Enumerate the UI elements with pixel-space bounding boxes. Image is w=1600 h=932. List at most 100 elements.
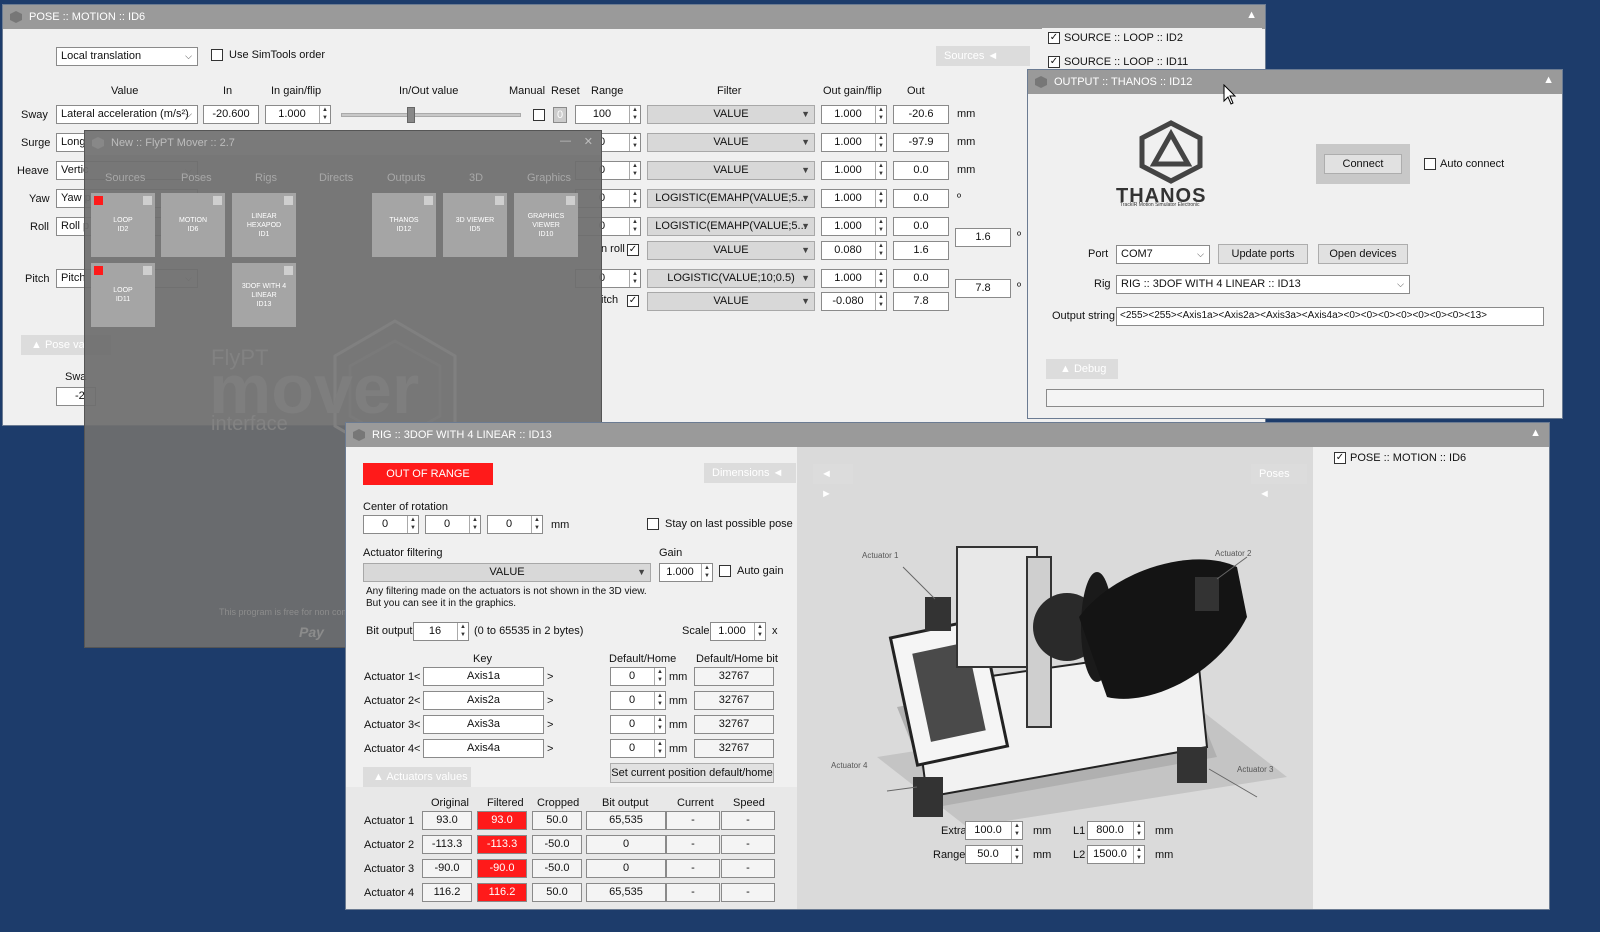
mover-tab[interactable]: Directs xyxy=(319,172,353,184)
spinner-arrows-icon[interactable]: ▲ ▼ xyxy=(1133,822,1144,839)
spinner-arrows-icon[interactable]: ▲ ▼ xyxy=(654,740,665,757)
spinner-arrows-icon[interactable]: ▲ ▼ xyxy=(654,668,665,685)
mover-titlebar[interactable]: New :: FlyPT Mover :: 2.7 — ✕ xyxy=(85,131,601,155)
out-gain-spinner[interactable]: 1.000 ▲ ▼ xyxy=(821,269,887,288)
port-select[interactable]: COM7 ⌵ xyxy=(1116,245,1210,264)
mover-tab[interactable]: 3D xyxy=(469,172,483,184)
pose-titlebar[interactable]: POSE :: MOTION :: ID6 ▲ xyxy=(3,5,1265,29)
reset-button[interactable]: 0 xyxy=(553,107,567,123)
out-gain-spinner[interactable]: 1.000 ▲ ▼ xyxy=(821,161,887,180)
spinner-arrows-icon[interactable]: ▲ ▼ xyxy=(875,270,886,287)
mover-tile[interactable]: LOOP ID2 xyxy=(91,193,155,257)
spinner-arrows-icon[interactable]: ▲ ▼ xyxy=(629,106,640,123)
key-field[interactable]: Axis1a xyxy=(423,667,544,686)
key-field[interactable]: Axis4a xyxy=(423,739,544,758)
center-x-spinner[interactable]: 0 ▲ ▼ xyxy=(363,515,419,534)
set-home-button[interactable]: Set current position default/home xyxy=(610,763,774,783)
key-prev-icon[interactable]: < xyxy=(414,671,420,683)
scale-spinner[interactable]: 1.000 ▲ ▼ xyxy=(710,622,766,641)
value-select[interactable]: Lateral acceleration (m/s²) ⌵ xyxy=(56,105,198,124)
dimensions-tab[interactable]: Dimensions ◄ xyxy=(704,463,796,483)
flip-checkbox[interactable]: ✓ xyxy=(627,244,639,256)
output-titlebar[interactable]: OUTPUT :: THANOS :: ID12 ▲ xyxy=(1028,70,1562,94)
viewer-nav[interactable]: ◄ ► xyxy=(813,464,853,500)
mover-tab[interactable]: Outputs xyxy=(387,172,426,184)
collapse-icon[interactable]: ▲ xyxy=(1530,427,1541,439)
out-gain-spinner[interactable]: 1.000 ▲ ▼ xyxy=(821,105,887,124)
output-string-field[interactable]: <255><255><Axis1a><Axis2a><Axis3a><Axis4… xyxy=(1116,307,1544,326)
gain-spinner[interactable]: 1.000 ▲ ▼ xyxy=(659,563,713,582)
spinner-arrows-icon[interactable]: ▲ ▼ xyxy=(875,242,886,259)
out-gain-spinner[interactable]: 1.000 ▲ ▼ xyxy=(821,217,887,236)
spinner-arrows-icon[interactable]: ▲ ▼ xyxy=(875,293,886,310)
spinner-arrows-icon[interactable]: ▲ ▼ xyxy=(1133,846,1144,863)
mover-tile[interactable]: GRAPHICS VIEWER ID10 xyxy=(514,193,578,257)
source-checkbox[interactable]: ✓ xyxy=(1048,56,1060,68)
spinner-arrows-icon[interactable]: ▲ ▼ xyxy=(875,134,886,151)
pose-checkbox[interactable]: ✓ xyxy=(1334,452,1346,464)
filter-select[interactable]: LOGISTIC(VALUE;10;0.5) ▼ xyxy=(647,269,815,288)
key-field[interactable]: Axis3a xyxy=(423,715,544,734)
debug-tab[interactable]: ▲ Debug xyxy=(1046,359,1118,379)
out-gain-spinner[interactable]: -0.080 ▲ ▼ xyxy=(821,292,887,311)
spinner-arrows-icon[interactable]: ▲ ▼ xyxy=(654,692,665,709)
key-next-icon[interactable]: > xyxy=(547,671,553,683)
mover-tile[interactable]: THANOS ID12 xyxy=(372,193,436,257)
spinner-arrows-icon[interactable]: ▲ ▼ xyxy=(875,190,886,207)
key-prev-icon[interactable]: < xyxy=(414,695,420,707)
connect-button[interactable]: Connect xyxy=(1324,154,1402,174)
mover-tab[interactable]: Rigs xyxy=(255,172,277,184)
center-z-spinner[interactable]: 0 ▲ ▼ xyxy=(487,515,543,534)
mover-tile[interactable]: MOTION ID6 xyxy=(161,193,225,257)
poses-tab[interactable]: Poses ◄ xyxy=(1251,464,1307,500)
auto-gain-checkbox[interactable] xyxy=(719,565,731,577)
flip-checkbox[interactable]: ✓ xyxy=(627,295,639,307)
auto-connect-checkbox[interactable] xyxy=(1424,158,1436,170)
range-spinner[interactable]: 50.0 ▲ ▼ xyxy=(965,845,1023,864)
spinner-arrows-icon[interactable]: ▲ ▼ xyxy=(875,106,886,123)
home-spinner[interactable]: 0 ▲ ▼ xyxy=(610,715,666,734)
filter-select[interactable]: LOGISTIC(EMAHP(VALUE;5... ▼ xyxy=(647,217,815,236)
spinner-arrows-icon[interactable]: ▲ ▼ xyxy=(469,516,480,533)
stay-checkbox[interactable] xyxy=(647,518,659,530)
manual-checkbox[interactable] xyxy=(533,109,545,121)
key-next-icon[interactable]: > xyxy=(547,695,553,707)
filter-select[interactable]: VALUE ▼ xyxy=(647,105,815,124)
open-devices-button[interactable]: Open devices xyxy=(1318,244,1408,264)
home-spinner[interactable]: 0 ▲ ▼ xyxy=(610,739,666,758)
spinner-arrows-icon[interactable]: ▲ ▼ xyxy=(754,623,765,640)
bit-output-spinner[interactable]: 16 ▲ ▼ xyxy=(413,622,469,641)
mover-tile[interactable]: 3DOF WITH 4 LINEAR ID13 xyxy=(232,263,296,327)
home-spinner[interactable]: 0 ▲ ▼ xyxy=(610,691,666,710)
home-spinner[interactable]: 0 ▲ ▼ xyxy=(610,667,666,686)
minimize-icon[interactable]: — xyxy=(560,135,571,147)
inout-slider-thumb[interactable] xyxy=(407,107,415,123)
filter-select[interactable]: VALUE ▼ xyxy=(647,241,815,260)
spinner-arrows-icon[interactable]: ▲ ▼ xyxy=(1011,846,1022,863)
filter-select[interactable]: VALUE ▼ xyxy=(647,133,815,152)
translation-select[interactable]: Local translation ⌵ xyxy=(56,47,198,66)
spinner-arrows-icon[interactable]: ▲ ▼ xyxy=(629,270,640,287)
spinner-arrows-icon[interactable]: ▲ ▼ xyxy=(701,564,712,581)
spinner-arrows-icon[interactable]: ▲ ▼ xyxy=(407,516,418,533)
key-next-icon[interactable]: > xyxy=(547,719,553,731)
in-field[interactable]: -20.600 xyxy=(203,105,259,124)
actuators-values-tab[interactable]: ▲ Actuators values xyxy=(363,767,471,787)
simtools-checkbox[interactable] xyxy=(211,49,223,61)
spinner-arrows-icon[interactable]: ▲ ▼ xyxy=(875,218,886,235)
l1-spinner[interactable]: 800.0 ▲ ▼ xyxy=(1087,821,1145,840)
mover-tab[interactable]: Sources xyxy=(105,172,145,184)
spinner-arrows-icon[interactable]: ▲ ▼ xyxy=(457,623,468,640)
key-next-icon[interactable]: > xyxy=(547,743,553,755)
collapse-icon[interactable]: ▲ xyxy=(1246,9,1257,21)
spinner-arrows-icon[interactable]: ▲ ▼ xyxy=(654,716,665,733)
mover-tab[interactable]: Graphics xyxy=(527,172,571,184)
spinner-arrows-icon[interactable]: ▲ ▼ xyxy=(629,134,640,151)
close-icon[interactable]: ✕ xyxy=(584,135,593,148)
actuator-filter-select[interactable]: VALUE ▼ xyxy=(363,563,651,582)
key-prev-icon[interactable]: < xyxy=(414,719,420,731)
out-gain-spinner[interactable]: 1.000 ▲ ▼ xyxy=(821,133,887,152)
extra-spinner[interactable]: 100.0 ▲ ▼ xyxy=(965,821,1023,840)
filter-select[interactable]: LOGISTIC(EMAHP(VALUE;5... ▼ xyxy=(647,189,815,208)
mover-tab[interactable]: Poses xyxy=(181,172,212,184)
